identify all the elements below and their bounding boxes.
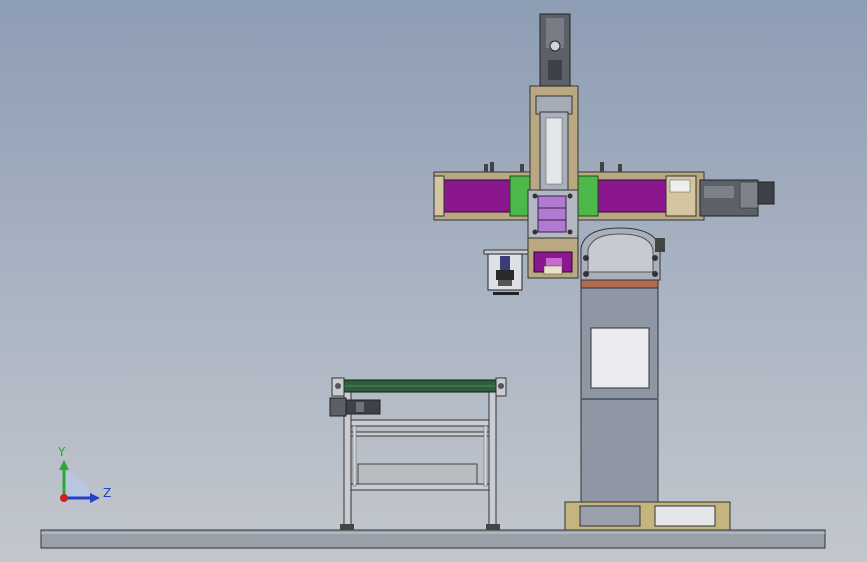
arm-extension [699, 179, 775, 217]
gripper-head [483, 249, 529, 295]
rotary-housing [580, 227, 665, 281]
z-axis-label: Z [103, 486, 111, 500]
cad-viewport[interactable]: Y Z [0, 0, 867, 562]
center-carriage [527, 189, 579, 279]
cad-assembly-drawing: Y Z [40, 13, 826, 549]
y-axis-label: Y [57, 445, 66, 459]
conveyor-table [329, 377, 507, 530]
z-axis-slide [529, 13, 579, 197]
base-plate [40, 529, 826, 549]
coordinate-triad: Y Z [57, 445, 111, 503]
column-pallet [564, 501, 731, 531]
robot-column [580, 279, 659, 503]
